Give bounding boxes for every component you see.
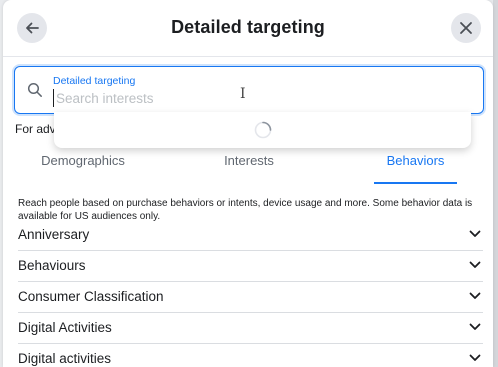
category-row-consumer-classification[interactable]: Consumer Classification [18, 282, 483, 313]
category-label: Anniversary [18, 227, 90, 242]
detailed-targeting-modal: Detailed targeting Detailed targeting I … [3, 0, 493, 367]
search-field-label: Detailed targeting [53, 75, 136, 87]
category-row-behaviours[interactable]: Behaviours [18, 251, 483, 282]
text-cursor-icon: I [240, 86, 246, 102]
category-label: Digital Activities [18, 320, 112, 335]
category-label: Digital activities [18, 351, 112, 366]
chevron-down-icon [469, 323, 481, 330]
modal-title: Detailed targeting [171, 17, 325, 37]
category-row-digital-activities[interactable]: Digital Activities [18, 313, 483, 344]
helper-text: For adv [15, 122, 56, 136]
category-label: Behaviours [18, 258, 86, 273]
background-panel-edge [493, 0, 498, 367]
close-icon [460, 22, 472, 34]
targeting-tabs: Demographics Interests Behaviors [3, 146, 493, 184]
chevron-down-icon [469, 261, 481, 268]
search-icon [27, 82, 42, 97]
behavior-category-list: Anniversary Behaviours Consumer Classifi… [18, 220, 483, 367]
chevron-down-icon [469, 354, 481, 361]
chevron-down-icon [469, 292, 481, 299]
search-results-dropdown [54, 112, 471, 148]
loading-spinner-icon [254, 121, 272, 139]
tab-demographics[interactable]: Demographics [13, 146, 153, 184]
category-row-digital-activities-2[interactable]: Digital activities [18, 344, 483, 367]
tab-interests[interactable]: Interests [179, 146, 319, 184]
search-field[interactable]: Detailed targeting I [14, 66, 484, 114]
tab-behaviors[interactable]: Behaviors [374, 146, 457, 184]
close-button[interactable] [451, 13, 481, 43]
category-label: Consumer Classification [18, 289, 164, 304]
category-row-anniversary[interactable]: Anniversary [18, 220, 483, 251]
chevron-down-icon [469, 230, 481, 237]
modal-header: Detailed targeting [3, 0, 493, 57]
